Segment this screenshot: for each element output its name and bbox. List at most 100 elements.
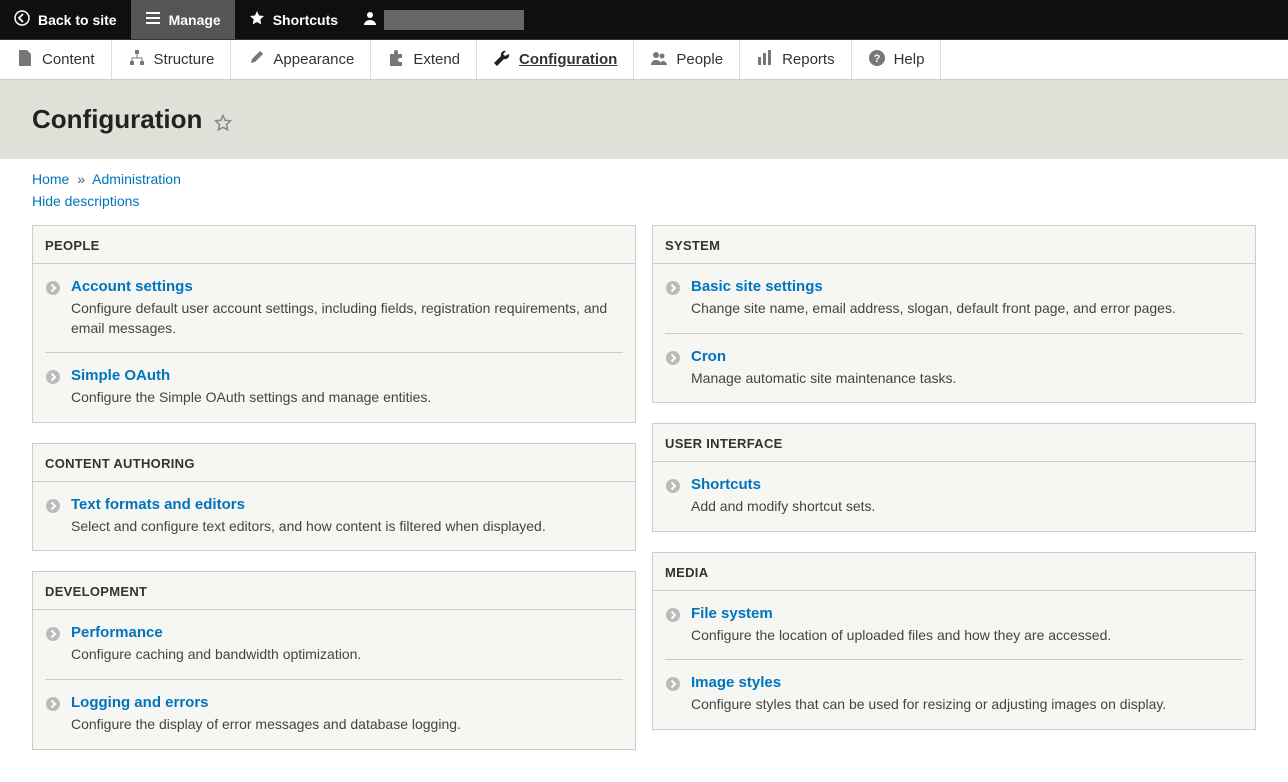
config-item-link[interactable]: Basic site settings — [691, 278, 823, 295]
config-item-link[interactable]: Simple OAuth — [71, 367, 170, 384]
chevron-right-icon — [45, 696, 61, 712]
config-item: Shortcuts Add and modify shortcut sets. — [665, 462, 1243, 531]
menu-label: Extend — [413, 51, 460, 68]
right-column: SYSTEM Basic site settings Change site nam… — [652, 225, 1256, 730]
menu-structure[interactable]: Structure — [112, 40, 232, 79]
config-item-desc: Manage automatic site maintenance tasks. — [691, 369, 1243, 389]
panel-body: Shortcuts Add and modify shortcut sets. — [653, 462, 1255, 531]
panel-title: CONTENT AUTHORING — [33, 444, 635, 482]
panel-title: PEOPLE — [33, 226, 635, 264]
chevron-right-icon — [665, 350, 681, 366]
panel-body: Account settingsConfigure default user a… — [33, 264, 635, 422]
panel-body: Basic site settings Change site name, ema… — [653, 264, 1255, 402]
back-to-site-button[interactable]: Back to site — [0, 0, 131, 39]
page-header: Configuration — [0, 80, 1288, 159]
panel-title: SYSTEM — [653, 226, 1255, 264]
breadcrumb-sep: » — [77, 171, 85, 187]
star-icon — [249, 10, 265, 29]
config-item-desc: Configure the location of uploaded files… — [691, 626, 1243, 646]
admin-menu: Content Structure Appearance Extend Conf… — [0, 40, 1288, 80]
menu-label: Reports — [782, 51, 835, 68]
config-item-desc: Select and configure text editors, and h… — [71, 517, 623, 537]
config-item: File system Configure the location of upl… — [665, 591, 1243, 660]
manage-button[interactable]: Manage — [131, 0, 235, 39]
config-panel: MEDIA File system Configure the location o… — [652, 552, 1256, 730]
shortcuts-button[interactable]: Shortcuts — [235, 0, 352, 39]
back-label: Back to site — [38, 12, 117, 28]
hide-descriptions-link[interactable]: Hide descriptions — [32, 193, 139, 209]
chevron-right-icon — [45, 626, 61, 642]
page-title: Configuration — [32, 104, 202, 135]
favorite-toggle[interactable] — [214, 114, 232, 135]
top-toolbar: Back to site Manage Shortcuts — [0, 0, 1288, 40]
menu-content[interactable]: Content — [0, 40, 112, 79]
config-panels: PEOPLEAccount settingsConfigure default … — [0, 213, 1288, 782]
breadcrumb-admin[interactable]: Administration — [92, 171, 181, 187]
config-item: Logging and errorsConfigure the display … — [45, 679, 623, 749]
people-icon — [650, 49, 668, 71]
shortcuts-label: Shortcuts — [273, 12, 338, 28]
user-icon — [362, 10, 378, 29]
config-item-link[interactable]: Account settings — [71, 278, 193, 295]
paintbrush-icon — [247, 49, 265, 71]
panel-body: File system Configure the location of upl… — [653, 591, 1255, 729]
help-icon: ? — [868, 49, 886, 71]
config-item: Cron Manage automatic site maintenance ta… — [665, 333, 1243, 403]
menu-label: Content — [42, 51, 95, 68]
user-menu[interactable] — [352, 0, 534, 39]
config-item-desc: Add and modify shortcut sets. — [691, 497, 1243, 517]
left-column: PEOPLEAccount settingsConfigure default … — [32, 225, 636, 750]
chevron-right-icon — [665, 676, 681, 692]
config-item-link[interactable]: Cron — [691, 348, 726, 365]
chevron-right-icon — [45, 280, 61, 296]
menu-reports[interactable]: Reports — [740, 40, 852, 79]
manage-label: Manage — [169, 12, 221, 28]
menu-label: Help — [894, 51, 925, 68]
config-item: Text formats and editors Select and confi… — [45, 482, 623, 551]
config-item-link[interactable]: Shortcuts — [691, 476, 761, 493]
config-panel: SYSTEM Basic site settings Change site nam… — [652, 225, 1256, 403]
menu-configuration[interactable]: Configuration — [477, 40, 634, 79]
config-item-desc: Configure the Simple OAuth settings and … — [71, 388, 623, 408]
config-item-link[interactable]: Text formats and editors — [71, 496, 245, 513]
breadcrumb: Home » Administration — [32, 171, 1256, 187]
back-icon — [14, 10, 30, 29]
panel-body: Text formats and editors Select and confi… — [33, 482, 635, 551]
chevron-right-icon — [45, 498, 61, 514]
chevron-right-icon — [45, 369, 61, 385]
config-item-link[interactable]: Image styles — [691, 674, 781, 691]
config-item-desc: Configure styles that can be used for re… — [691, 695, 1243, 715]
panel-title: MEDIA — [653, 553, 1255, 591]
puzzle-icon — [387, 49, 405, 71]
config-item: PerformanceConfigure caching and bandwid… — [45, 610, 623, 679]
config-item-link[interactable]: Logging and errors — [71, 694, 209, 711]
menu-extend[interactable]: Extend — [371, 40, 477, 79]
config-item: Basic site settings Change site name, ema… — [665, 264, 1243, 333]
config-panel: DEVELOPMENTPerformanceConfigure caching … — [32, 571, 636, 749]
config-panel: PEOPLEAccount settingsConfigure default … — [32, 225, 636, 423]
chevron-right-icon — [665, 607, 681, 623]
menu-label: Appearance — [273, 51, 354, 68]
menu-label: Configuration — [519, 51, 617, 68]
barchart-icon — [756, 49, 774, 71]
breadcrumb-home[interactable]: Home — [32, 171, 69, 187]
panel-title: DEVELOPMENT — [33, 572, 635, 610]
star-outline-icon — [214, 114, 232, 132]
sub-header: Home » Administration Hide descriptions — [0, 159, 1288, 213]
username-placeholder — [384, 10, 524, 30]
config-item-desc: Change site name, email address, slogan,… — [691, 299, 1243, 319]
config-panel: USER INTERFACE Shortcuts Add and modify sh… — [652, 423, 1256, 532]
config-item-link[interactable]: File system — [691, 605, 773, 622]
wrench-icon — [493, 49, 511, 71]
config-item: Simple OAuth Configure the Simple OAuth s… — [45, 352, 623, 422]
menu-people[interactable]: People — [634, 40, 740, 79]
menu-appearance[interactable]: Appearance — [231, 40, 371, 79]
menu-label: People — [676, 51, 723, 68]
config-item-link[interactable]: Performance — [71, 624, 163, 641]
hamburger-icon — [145, 10, 161, 29]
panel-title: USER INTERFACE — [653, 424, 1255, 462]
menu-help[interactable]: ? Help — [852, 40, 942, 79]
file-icon — [16, 49, 34, 71]
svg-text:?: ? — [873, 53, 880, 65]
panel-body: PerformanceConfigure caching and bandwid… — [33, 610, 635, 748]
